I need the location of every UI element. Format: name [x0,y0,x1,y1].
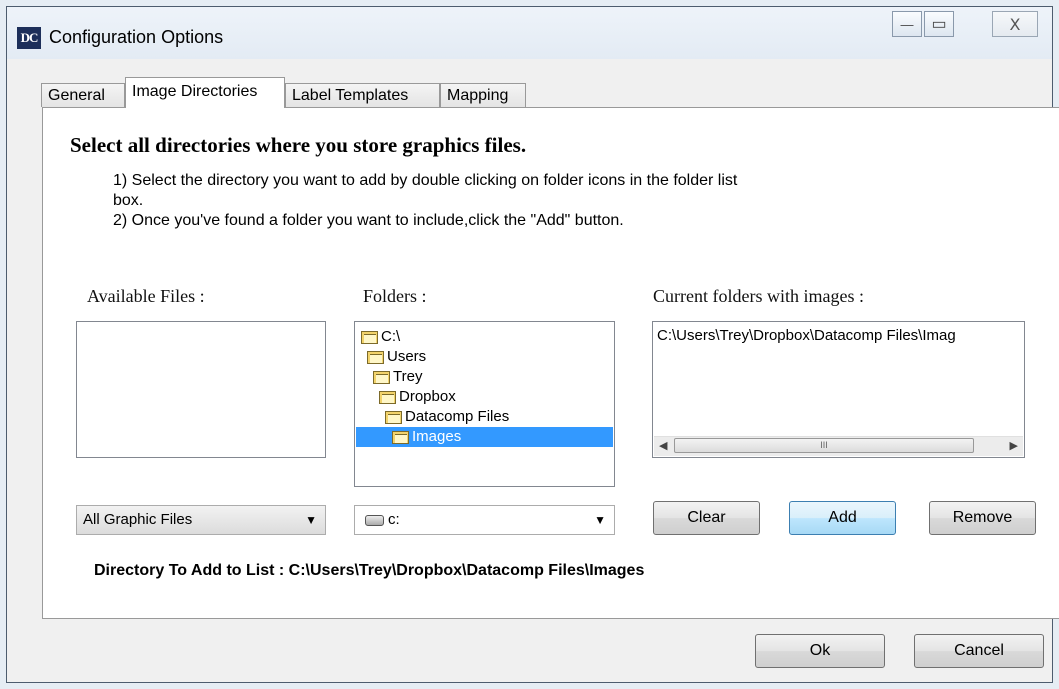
maximize-button[interactable]: ▭ [924,11,954,37]
folder-icon [361,330,378,344]
folders-list[interactable]: C:\ Users Trey Dropbox Datacomp Files Im… [354,321,615,487]
minimize-icon: — [900,16,914,32]
close-icon: X [1009,14,1021,34]
folder-icon [385,410,402,424]
panel-heading: Select all directories where you store g… [70,133,527,157]
remove-button[interactable]: Remove [929,501,1036,535]
scroll-right-icon[interactable]: ▶ [1010,439,1018,452]
drive-icon [365,514,384,526]
scroll-grip-icon: III [820,440,828,450]
scroll-left-icon[interactable]: ◀ [659,439,667,452]
available-files-label: Available Files : [87,286,205,306]
folder-icon [373,370,390,384]
horizontal-scrollbar[interactable]: ◀ III ▶ [654,436,1023,456]
tab-general[interactable]: General [41,83,125,107]
tab-general-label: General [48,87,105,104]
folder-item[interactable]: Datacomp Files [385,407,509,427]
folder-item[interactable]: C:\ [361,327,400,347]
file-type-filter-value: All Graphic Files [83,511,193,528]
tab-mapping[interactable]: Mapping [440,83,526,107]
close-button[interactable]: X [992,11,1038,37]
folder-name: Users [387,348,427,365]
title-bar[interactable]: DC Configuration Options — ▭ X [7,7,1052,59]
instruction-1-cont: box. [113,192,144,209]
image-directories-panel: Select all directories where you store g… [42,107,1059,619]
file-type-filter-select[interactable]: All Graphic Files ▼ [76,505,326,535]
tab-image-directories-label: Image Directories [132,83,258,100]
directory-to-add-text: Directory To Add to List : C:\Users\Trey… [94,562,645,579]
folder-name: Trey [393,368,423,385]
current-folders-label: Current folders with images : [653,286,864,306]
scroll-thumb[interactable]: III [674,438,974,453]
tab-label-templates[interactable]: Label Templates [285,83,440,107]
cancel-button[interactable]: Cancel [914,634,1044,668]
folder-icon [367,350,384,364]
available-files-list[interactable] [76,321,326,458]
folder-name: Dropbox [399,388,456,405]
folder-name: C:\ [381,328,401,345]
tab-label-templates-label: Label Templates [292,87,409,104]
tab-mapping-label: Mapping [447,87,509,104]
folder-item[interactable]: Users [367,347,426,367]
folder-name: Datacomp Files [405,408,510,425]
current-folders-list[interactable]: C:\Users\Trey\Dropbox\Datacomp Files\Ima… [652,321,1025,458]
folder-item-selected[interactable]: Images [356,427,613,447]
add-button[interactable]: Add [789,501,896,535]
tab-image-directories[interactable]: Image Directories [125,77,285,108]
app-logo-icon: DC [17,27,41,49]
instruction-1: 1) Select the directory you want to add … [113,172,738,189]
minimize-button[interactable]: — [892,11,922,37]
folder-icon [379,390,396,404]
configuration-options-dialog: DC Configuration Options — ▭ X General I… [6,6,1059,683]
drive-value: c: [388,511,400,528]
current-folder-item[interactable]: C:\Users\Trey\Dropbox\Datacomp Files\Ima… [657,327,956,344]
folder-item[interactable]: Trey [373,367,422,387]
window-title: Configuration Options [49,27,224,47]
folder-item[interactable]: Dropbox [379,387,456,407]
dropdown-arrow-icon: ▼ [305,513,317,527]
ok-button[interactable]: Ok [755,634,885,668]
dropdown-arrow-icon: ▼ [594,513,606,527]
maximize-icon: ▭ [931,16,947,33]
clear-button[interactable]: Clear [653,501,760,535]
drive-select[interactable]: c: ▼ [354,505,615,535]
folder-icon [392,430,409,444]
folder-name: Images [412,428,462,445]
folders-label: Folders : [363,286,427,306]
instruction-2: 2) Once you've found a folder you want t… [113,212,624,229]
